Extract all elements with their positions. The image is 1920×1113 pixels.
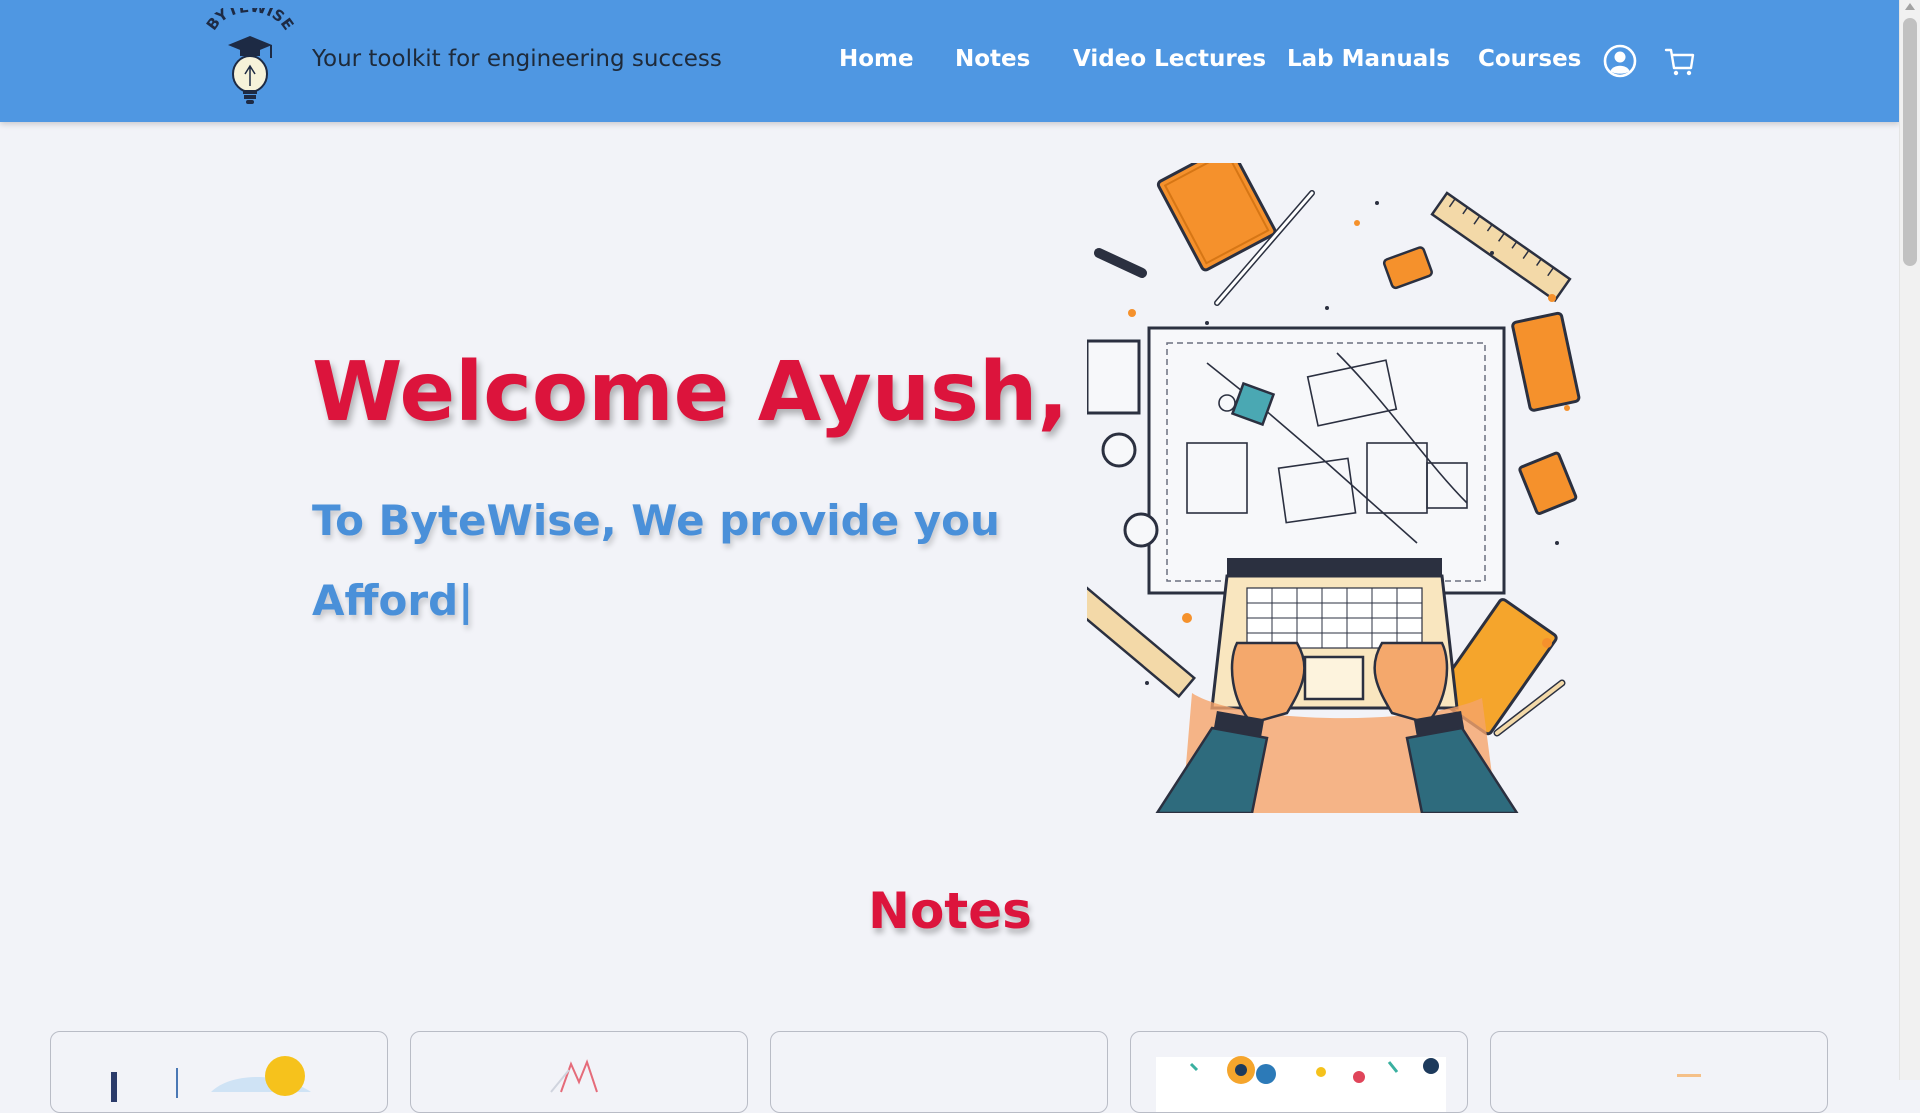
typed-word: Afford: [312, 576, 459, 625]
hero-typing-text: Afford|: [312, 576, 474, 625]
scrollbar-thumb[interactable]: [1903, 18, 1917, 266]
page-scrollbar[interactable]: [1899, 0, 1920, 1080]
note-card[interactable]: [410, 1031, 748, 1113]
welcome-heading: Welcome Ayush,: [312, 345, 1069, 440]
note-card-thumbnail: [1677, 1074, 1701, 1077]
note-card[interactable]: [770, 1031, 1108, 1113]
nav-video-lectures[interactable]: Video Lectures: [1073, 46, 1266, 72]
note-card[interactable]: [50, 1031, 388, 1113]
note-card-thumbnail: [111, 1056, 311, 1102]
note-card[interactable]: [1130, 1031, 1468, 1113]
top-navbar: BYTEWISE Your toolkit for engineering su…: [0, 0, 1900, 122]
note-card-thumbnail: [550, 1059, 598, 1093]
nav-courses[interactable]: Courses: [1478, 46, 1581, 72]
svg-text:BYTEWISE: BYTEWISE: [203, 8, 298, 34]
note-card[interactable]: [1490, 1031, 1828, 1113]
note-card-thumbnail: [1156, 1056, 1446, 1112]
typing-cursor: |: [458, 576, 474, 625]
hero-desk-illustration: [1069, 144, 1587, 815]
shopping-cart-icon[interactable]: [1664, 46, 1696, 78]
nav-lab-manuals[interactable]: Lab Manuals: [1287, 46, 1450, 72]
nav-notes[interactable]: Notes: [955, 46, 1030, 72]
nav-home[interactable]: Home: [839, 46, 914, 72]
site-tagline: Your toolkit for engineering success: [312, 46, 722, 72]
scroll-up-arrow-icon[interactable]: [1905, 3, 1915, 10]
notes-section-title: Notes: [868, 882, 1032, 940]
hero-subtitle-line1: To ByteWise, We provide you: [312, 496, 1000, 545]
user-account-icon[interactable]: [1603, 44, 1637, 78]
bytewise-logo[interactable]: BYTEWISE: [200, 0, 300, 108]
